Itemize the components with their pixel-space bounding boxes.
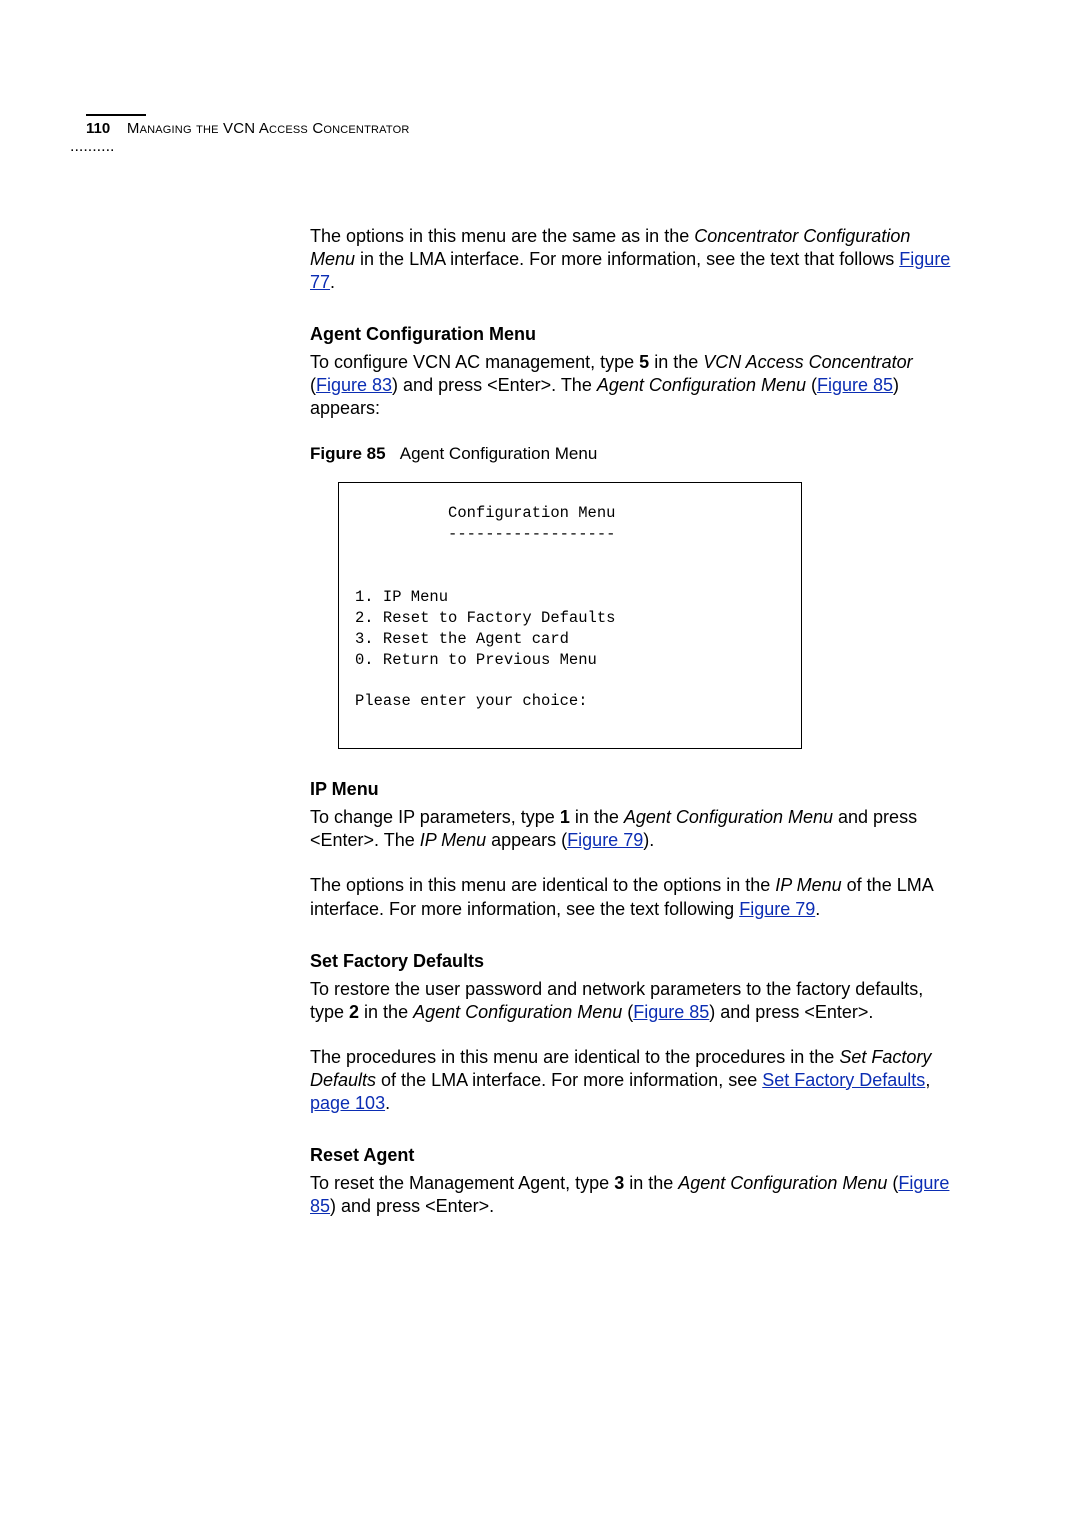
agent-paragraph: To configure VCN AC management, type 5 i… <box>310 351 960 420</box>
ipmenu-paragraph-2: The options in this menu are identical t… <box>310 874 960 920</box>
text: The procedures in this menu are identica… <box>310 1047 839 1067</box>
body-content: The options in this menu are the same as… <box>310 225 960 1240</box>
text-italic: IP Menu <box>775 875 841 895</box>
section-link[interactable]: Set Factory Defaults <box>762 1070 925 1090</box>
figure-link[interactable]: Figure 79 <box>567 830 643 850</box>
page-link[interactable]: page 103 <box>310 1093 385 1113</box>
heading-factory-defaults: Set Factory Defaults <box>310 951 960 972</box>
text: in the <box>359 1002 413 1022</box>
page-header: 110 Managing the VCN Access Concentrator <box>86 120 409 137</box>
heading-agent-config: Agent Configuration Menu <box>310 324 960 345</box>
factory-paragraph-1: To restore the user password and network… <box>310 978 960 1024</box>
heading-ip-menu: IP Menu <box>310 779 960 800</box>
text: of the LMA interface. For more informati… <box>376 1070 762 1090</box>
text: in the <box>649 352 703 372</box>
figure-label: Figure 85 <box>310 444 386 463</box>
text: ) and press <Enter>. <box>330 1196 494 1216</box>
text-italic: VCN Access Concentrator <box>703 352 912 372</box>
text: ) and press <Enter>. The <box>392 375 597 395</box>
text-italic: Agent Configuration Menu <box>597 375 806 395</box>
factory-paragraph-2: The procedures in this menu are identica… <box>310 1046 960 1115</box>
text-italic: Agent Configuration Menu <box>413 1002 622 1022</box>
text: ). <box>643 830 654 850</box>
text: . <box>330 272 335 292</box>
dotted-ornament: .......... <box>70 138 114 156</box>
document-page: 110 Managing the VCN Access Concentrator… <box>0 0 1080 1528</box>
page-number: 110 <box>86 120 110 137</box>
text: appears ( <box>486 830 567 850</box>
text: To configure VCN AC management, type <box>310 352 639 372</box>
text: , <box>925 1070 930 1090</box>
key-input: 3 <box>614 1173 624 1193</box>
intro-paragraph: The options in this menu are the same as… <box>310 225 960 294</box>
text-italic: Agent Configuration Menu <box>678 1173 887 1193</box>
text: ) and press <Enter>. <box>709 1002 873 1022</box>
text: in the LMA interface. For more informati… <box>355 249 899 269</box>
text: in the <box>570 807 624 827</box>
code-block: Configuration Menu ------------------ 1.… <box>338 482 802 749</box>
ipmenu-paragraph-1: To change IP parameters, type 1 in the A… <box>310 806 960 852</box>
header-rule <box>86 114 146 116</box>
key-input: 5 <box>639 352 649 372</box>
figure-link[interactable]: Figure 83 <box>316 375 392 395</box>
text: ( <box>806 375 817 395</box>
text: To reset the Management Agent, type <box>310 1173 614 1193</box>
text-italic: Agent Configuration Menu <box>624 807 833 827</box>
figure-link[interactable]: Figure 79 <box>739 899 815 919</box>
key-input: 1 <box>560 807 570 827</box>
figure-caption: Figure 85 Agent Configuration Menu <box>310 444 960 464</box>
heading-reset-agent: Reset Agent <box>310 1145 960 1166</box>
text: in the <box>624 1173 678 1193</box>
page-header-title: Managing the VCN Access Concentrator <box>127 120 410 137</box>
text: The options in this menu are identical t… <box>310 875 775 895</box>
text: . <box>385 1093 390 1113</box>
figure-link[interactable]: Figure 85 <box>817 375 893 395</box>
text: . <box>815 899 820 919</box>
text: ( <box>622 1002 633 1022</box>
figure-caption-text: Agent Configuration Menu <box>400 444 598 463</box>
text-italic: IP Menu <box>420 830 486 850</box>
key-input: 2 <box>349 1002 359 1022</box>
reset-paragraph: To reset the Management Agent, type 3 in… <box>310 1172 960 1218</box>
text: The options in this menu are the same as… <box>310 226 694 246</box>
text: ( <box>887 1173 898 1193</box>
figure-link[interactable]: Figure 85 <box>633 1002 709 1022</box>
text: To change IP parameters, type <box>310 807 560 827</box>
